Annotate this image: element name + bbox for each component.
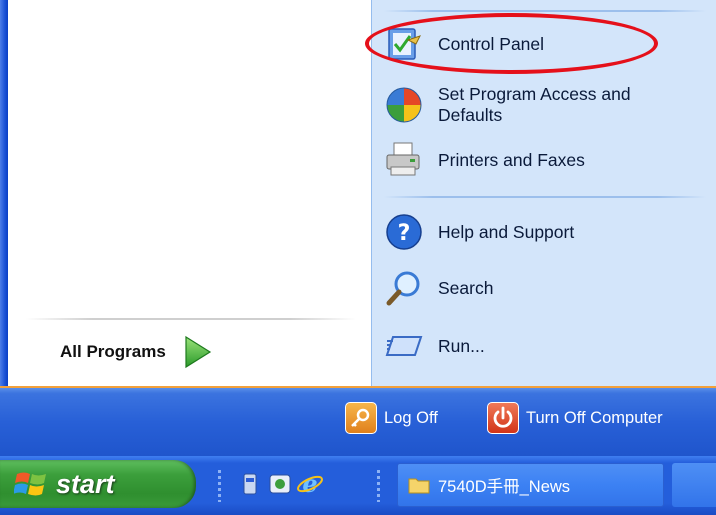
middle-separator	[384, 196, 706, 198]
taskbar: start e 7540D手冊_News	[0, 456, 716, 515]
log-off-label: Log Off	[384, 408, 438, 427]
start-button[interactable]: start	[0, 460, 196, 508]
menu-item-label: Run...	[438, 335, 485, 356]
svg-text:?: ?	[398, 221, 411, 246]
run-icon	[384, 326, 424, 366]
menu-item-label: Set Program Access and Defaults	[438, 84, 631, 125]
power-icon	[487, 402, 519, 434]
menu-item-search[interactable]: Search	[384, 266, 493, 310]
all-programs-label: All Programs	[60, 342, 166, 361]
folder-icon	[408, 478, 430, 494]
menu-item-control-panel[interactable]: Control Panel	[384, 22, 544, 66]
menu-item-run[interactable]: Run...	[384, 324, 485, 368]
help-icon: ?	[384, 212, 424, 252]
start-menu-right-pane: Control Panel Set Program Access and Def…	[371, 0, 716, 386]
turn-off-label: Turn Off Computer	[526, 408, 663, 427]
left-pane-divider	[26, 318, 356, 320]
all-programs-button[interactable]: All Programs	[60, 332, 214, 372]
windows-flag-icon	[14, 472, 46, 496]
log-off-button[interactable]: Log Off	[345, 402, 438, 434]
logoff-bar: Log Off Turn Off Computer	[0, 386, 716, 456]
green-arrow-icon	[185, 335, 211, 369]
taskbar-grip	[377, 470, 380, 502]
menu-item-printers-faxes[interactable]: Printers and Faxes	[384, 138, 585, 182]
taskbar-window-button[interactable]: 7540D手冊_News	[397, 463, 664, 507]
taskbar-next-button[interactable]	[672, 463, 716, 507]
start-label: start	[56, 468, 115, 499]
turn-off-button[interactable]: Turn Off Computer	[487, 402, 663, 434]
key-icon	[345, 402, 377, 434]
taskbar-window-label: 7540D手冊_News	[438, 478, 571, 496]
menu-item-label: Search	[438, 277, 494, 298]
svg-text:e: e	[302, 470, 317, 498]
media-icon[interactable]	[266, 470, 294, 498]
quick-launch-grip	[218, 470, 221, 502]
windows-globe-icon	[384, 85, 424, 125]
menu-item-label: Printers and Faxes	[438, 149, 585, 170]
menu-item-label: Help and Support	[438, 221, 575, 242]
internet-explorer-icon[interactable]: e	[296, 470, 324, 498]
menu-item-label: Control Panel	[438, 33, 545, 54]
menu-item-help-support[interactable]: ? Help and Support	[384, 210, 574, 254]
printer-icon	[384, 140, 424, 180]
menu-item-set-program-access[interactable]: Set Program Access and Defaults	[384, 80, 678, 130]
control-panel-icon	[384, 24, 424, 64]
top-separator	[384, 10, 706, 12]
show-desktop-icon[interactable]	[238, 470, 266, 498]
magnifier-icon	[384, 268, 424, 308]
start-menu-left-pane: All Programs	[0, 0, 371, 386]
left-pane-edge	[0, 0, 8, 386]
